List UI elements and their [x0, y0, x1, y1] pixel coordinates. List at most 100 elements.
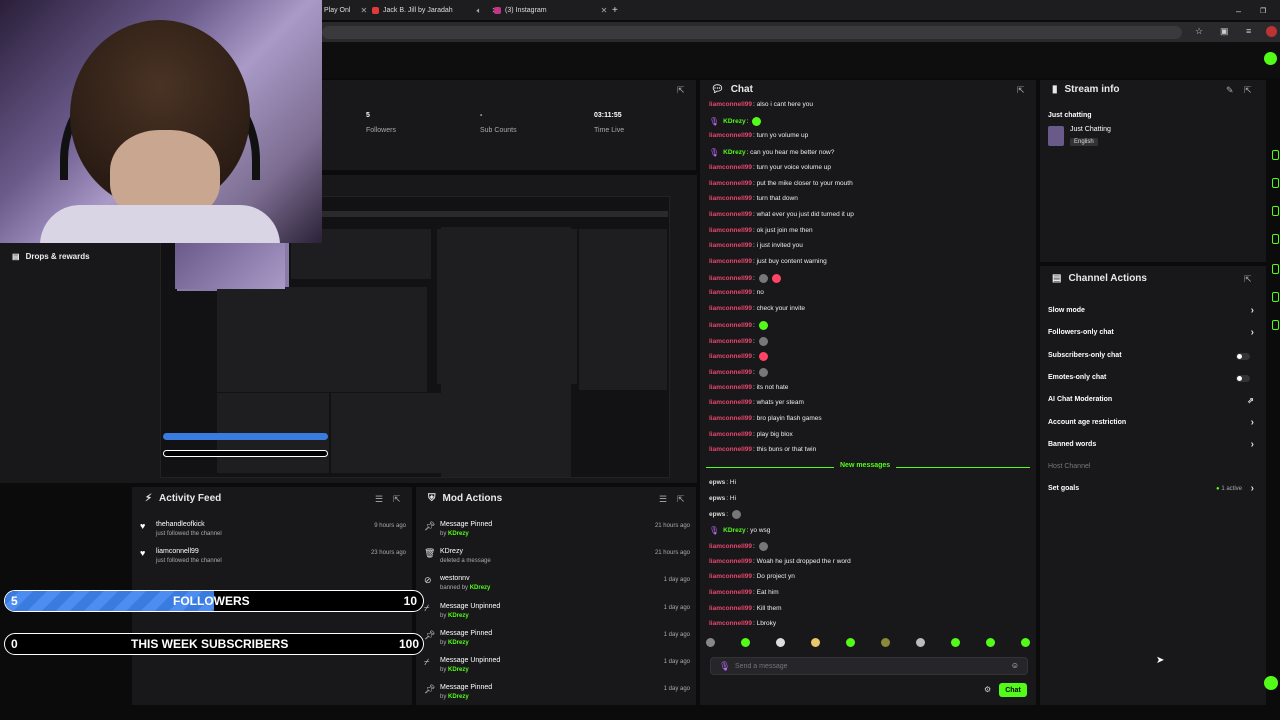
chevron-right-icon[interactable]: › [1251, 417, 1254, 428]
chat-username[interactable]: liamconnell99 [709, 164, 752, 171]
emote-icon[interactable] [706, 638, 715, 647]
moderator-name[interactable]: KDrezy [448, 694, 469, 700]
chat-username[interactable]: epws [709, 511, 725, 518]
moderator-name[interactable]: KDrezy [448, 640, 469, 646]
emote-icon[interactable] [776, 638, 785, 647]
sidebar-strip-icon[interactable] [1272, 150, 1279, 160]
browser-tab-1[interactable]: Play Onl ✕ [324, 3, 367, 18]
new-messages-divider[interactable]: New messages [706, 462, 1030, 472]
emote-icon[interactable] [741, 638, 750, 647]
chat-username[interactable]: liamconnell99 [709, 573, 752, 580]
sidebar-strip-icon[interactable] [1272, 206, 1279, 216]
chat-username[interactable]: liamconnell99 [709, 289, 752, 296]
emote-icon[interactable] [1021, 638, 1030, 647]
chat-username[interactable]: liamconnell99 [709, 620, 752, 627]
chat-settings-gear-icon[interactable]: ⚙ [984, 685, 991, 694]
popout-icon[interactable]: ⇱ [1017, 85, 1025, 96]
filter-icon[interactable]: ☰ [659, 494, 667, 505]
channel-action-subscribers-only-chat[interactable]: Subscribers-only chat [1048, 352, 1258, 366]
chat-username[interactable]: KDrezy [723, 118, 745, 125]
channel-action-ai-chat-moderation[interactable]: AI Chat Moderation ⇗ [1048, 396, 1258, 410]
popout-icon[interactable]: ⇱ [1244, 274, 1252, 285]
channel-action-account-age-restriction[interactable]: Account age restriction › [1048, 417, 1258, 433]
chat-username[interactable]: liamconnell99 [709, 589, 752, 596]
chevron-right-icon[interactable]: › [1251, 327, 1254, 338]
popout-icon[interactable]: ⇱ [1244, 85, 1252, 96]
help-chat-icon[interactable] [1264, 676, 1278, 690]
chat-username[interactable]: epws [709, 495, 725, 502]
chat-username[interactable]: epws [709, 479, 725, 486]
chat-username[interactable]: KDrezy [723, 527, 745, 534]
emote-icon[interactable] [916, 638, 925, 647]
toggle-switch[interactable] [1236, 352, 1250, 360]
emoji-icon[interactable]: ☺ [1011, 661, 1019, 670]
sidebar-strip-icon[interactable] [1272, 264, 1279, 274]
moderator-name[interactable]: KDrezy [470, 585, 491, 591]
sidebar-icon[interactable]: ≡ [1246, 26, 1251, 36]
extension-icon[interactable]: ▣ [1220, 26, 1229, 37]
follower-name[interactable]: liamconnell99 [156, 548, 199, 555]
moderator-name[interactable]: KDrezy [448, 667, 469, 673]
channel-action-banned-words[interactable]: Banned words › [1048, 439, 1258, 455]
follower-name[interactable]: thehandleofkick [156, 521, 205, 528]
chat-username[interactable]: liamconnell99 [709, 605, 752, 612]
channel-action-emotes-only-chat[interactable]: Emotes-only chat [1048, 374, 1258, 388]
chat-username[interactable]: liamconnell99 [709, 431, 752, 438]
url-field[interactable] [322, 26, 1182, 39]
chevron-right-icon[interactable]: › [1251, 439, 1254, 450]
edit-pencil-icon[interactable]: ✎ [1226, 85, 1234, 96]
maximize-button[interactable]: ❐ [1260, 3, 1266, 18]
chat-username[interactable]: liamconnell99 [709, 322, 752, 329]
external-link-icon[interactable]: ⇗ [1247, 396, 1254, 405]
emote-icon[interactable] [846, 638, 855, 647]
chat-username[interactable]: liamconnell99 [709, 399, 752, 406]
close-icon[interactable]: ✕ [360, 6, 367, 15]
chat-username[interactable]: liamconnell99 [709, 369, 752, 376]
chat-username[interactable]: liamconnell99 [709, 132, 752, 139]
chevron-right-icon[interactable]: › [1251, 305, 1254, 316]
chat-username[interactable]: liamconnell99 [709, 211, 752, 218]
drops-rewards-link[interactable]: ▤ Drops & rewards [12, 252, 90, 261]
close-icon[interactable]: ✕ [601, 6, 608, 15]
chat-username[interactable]: liamconnell99 [709, 446, 752, 453]
speaker-icon[interactable]: 🔈︎ [477, 6, 482, 16]
chat-input[interactable]: 🎙︎ ☺ [710, 657, 1028, 675]
chat-username[interactable]: liamconnell99 [709, 258, 752, 265]
moderator-name[interactable]: KDrezy [448, 531, 469, 537]
send-chat-button[interactable]: Chat [999, 683, 1027, 697]
chat-username[interactable]: liamconnell99 [709, 227, 752, 234]
browser-tab-3[interactable]: (3) Instagram ✕ [494, 3, 607, 18]
chevron-right-icon[interactable]: › [1251, 483, 1254, 494]
channel-action-followers-only-chat[interactable]: Followers-only chat › [1048, 327, 1258, 343]
chat-username[interactable]: liamconnell99 [709, 101, 752, 108]
channel-action-slow-mode[interactable]: Slow mode › [1048, 305, 1258, 321]
moderator-name[interactable]: KDrezy [448, 613, 469, 619]
chat-username[interactable]: liamconnell99 [709, 543, 752, 550]
chat-username[interactable]: liamconnell99 [709, 353, 752, 360]
chat-username[interactable]: liamconnell99 [709, 305, 752, 312]
chat-username[interactable]: liamconnell99 [709, 180, 752, 187]
new-tab-button[interactable]: + [612, 3, 618, 18]
minimize-button[interactable]: – [1236, 3, 1241, 18]
chat-username[interactable]: liamconnell99 [709, 242, 752, 249]
emote-icon[interactable] [811, 638, 820, 647]
filter-icon[interactable]: ☰ [375, 494, 383, 505]
sidebar-strip-icon[interactable] [1272, 320, 1279, 330]
sidebar-strip-icon[interactable] [1272, 178, 1279, 188]
popout-icon[interactable]: ⇱ [393, 494, 401, 505]
chat-username[interactable]: liamconnell99 [709, 195, 752, 202]
emote-icon[interactable] [951, 638, 960, 647]
chat-message-field[interactable] [735, 660, 1005, 672]
channel-action-set-goals[interactable]: Set goals › ● 1 active [1048, 483, 1258, 499]
popout-icon[interactable]: ⇱ [677, 85, 685, 96]
chat-username[interactable]: liamconnell99 [709, 338, 752, 345]
emote-icon[interactable] [881, 638, 890, 647]
star-icon[interactable]: ☆ [1195, 26, 1203, 37]
profile-avatar[interactable] [1266, 26, 1277, 37]
sidebar-strip-icon[interactable] [1272, 234, 1279, 244]
chat-username[interactable]: liamconnell99 [709, 415, 752, 422]
chat-username[interactable]: liamconnell99 [709, 558, 752, 565]
popout-icon[interactable]: ⇱ [677, 494, 685, 505]
emote-icon[interactable] [986, 638, 995, 647]
chat-username[interactable]: liamconnell99 [709, 384, 752, 391]
